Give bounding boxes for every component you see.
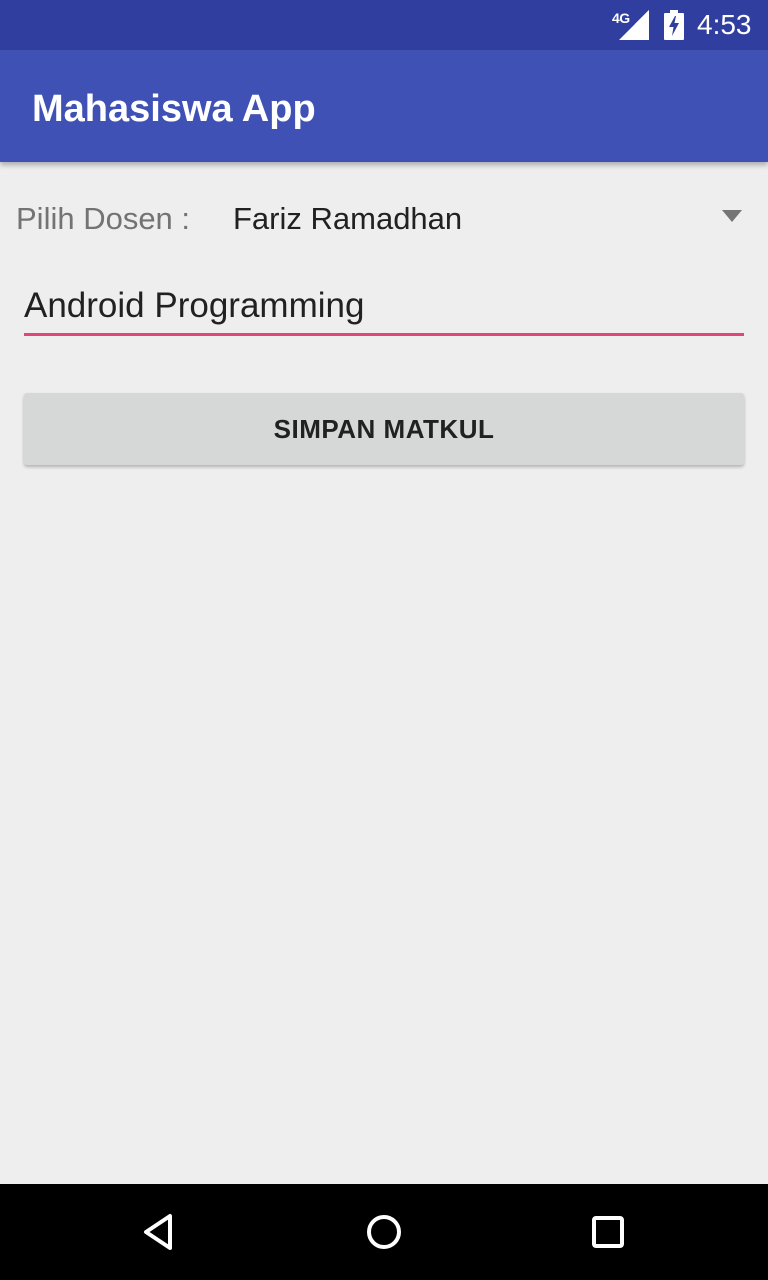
- navigation-bar: [0, 1184, 768, 1280]
- home-icon[interactable]: [360, 1208, 408, 1256]
- dosen-label: Pilih Dosen :: [16, 201, 191, 236]
- signal-icon: [619, 10, 649, 40]
- back-icon[interactable]: [136, 1208, 184, 1256]
- recents-icon[interactable]: [584, 1208, 632, 1256]
- app-title: Mahasiswa App: [32, 88, 316, 130]
- simpan-matkul-button[interactable]: SIMPAN MATKUL: [24, 393, 744, 465]
- dosen-spinner[interactable]: Fariz Ramadhan: [216, 184, 756, 254]
- clock: 4:53: [697, 9, 752, 40]
- dropdown-arrow-icon: [722, 210, 742, 222]
- matkul-input[interactable]: [24, 278, 744, 336]
- app-bar: Mahasiswa App: [0, 50, 768, 162]
- battery-charging-icon: [664, 10, 684, 40]
- dosen-selected-value: Fariz Ramadhan: [233, 201, 463, 236]
- status-bar: 4G 4:53: [0, 0, 768, 50]
- screen: 4G 4:53 Mahasiswa App Pilih Dosen : Fari…: [0, 0, 768, 1280]
